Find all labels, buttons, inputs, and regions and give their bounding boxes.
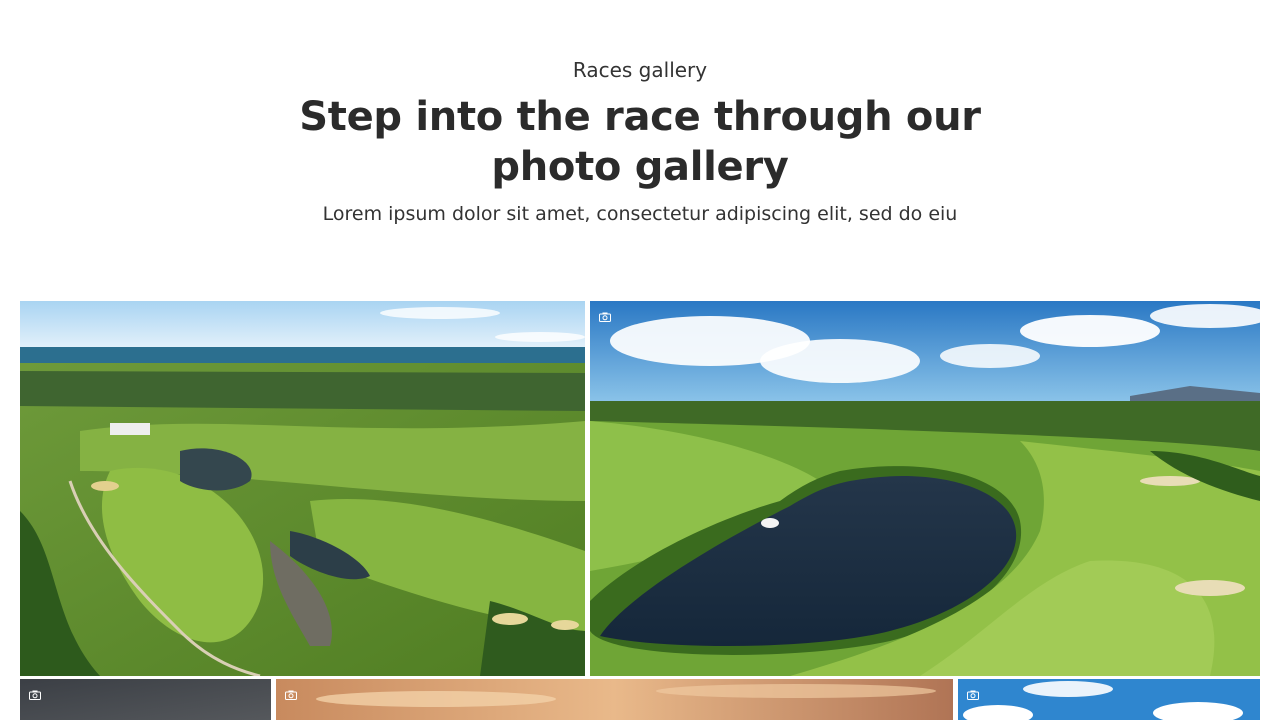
gallery-photo-5[interactable]	[958, 679, 1260, 720]
gallery-photo-2[interactable]	[590, 301, 1260, 676]
camera-icon	[967, 690, 979, 700]
camera-icon	[599, 312, 611, 322]
photo-image	[590, 301, 1260, 676]
section-subtitle: Lorem ipsum dolor sit amet, consectetur …	[322, 203, 958, 225]
gallery-photo-4[interactable]	[276, 679, 953, 720]
section-eyebrow: Races gallery	[572, 58, 708, 82]
camera-icon	[29, 690, 41, 700]
page-title: Step into the race through our photo gal…	[299, 94, 981, 190]
gallery-photo-3[interactable]	[20, 679, 271, 720]
photo-image	[958, 679, 1260, 720]
photo-image	[276, 679, 953, 720]
photo-image	[20, 679, 271, 720]
gallery-photo-1[interactable]	[20, 301, 585, 676]
photo-image	[20, 301, 585, 676]
camera-icon	[285, 690, 297, 700]
